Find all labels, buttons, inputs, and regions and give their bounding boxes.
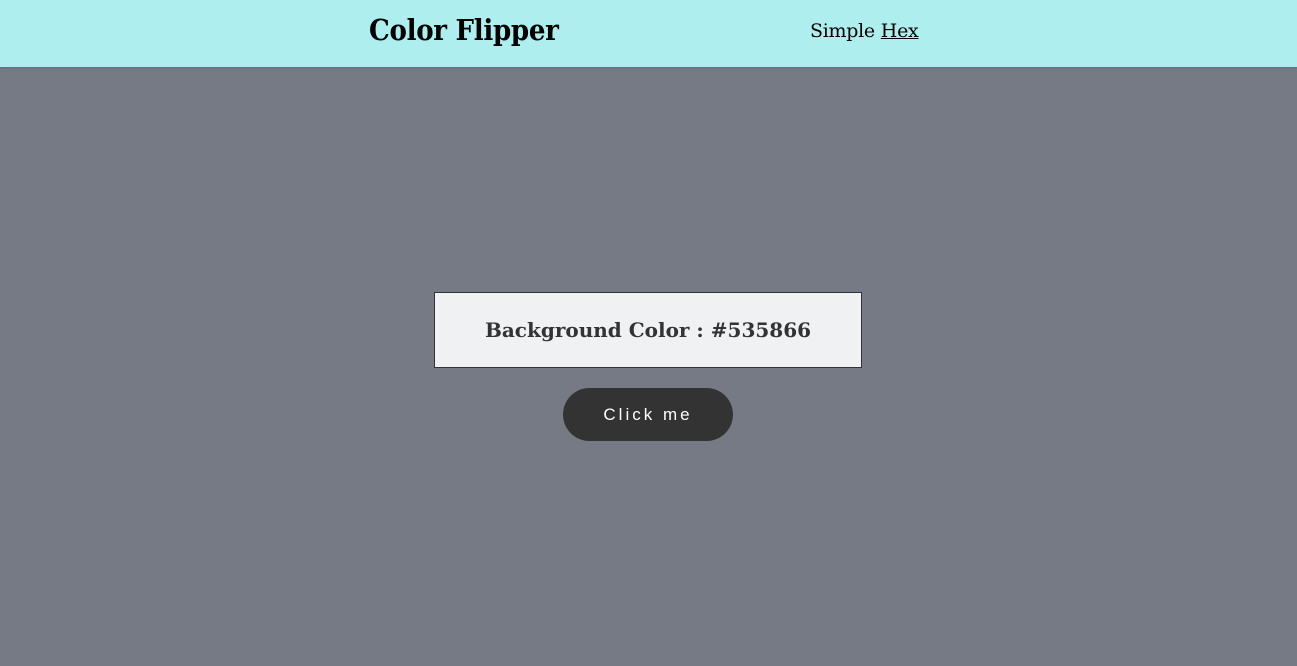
navbar: Color Flipper Simple Hex — [0, 0, 1297, 67]
nav-link-hex[interactable]: Hex — [881, 20, 919, 42]
app-title: Color Flipper — [369, 13, 559, 47]
color-value: #535866 — [710, 318, 812, 342]
color-display-text: Background Color : #535866 — [485, 318, 811, 342]
click-me-button[interactable]: Click me — [563, 388, 733, 441]
color-label: Background Color : — [484, 318, 711, 342]
nav-links: Simple Hex — [810, 20, 919, 42]
nav-link-simple[interactable]: Simple — [810, 20, 875, 42]
color-display-box: Background Color : #535866 — [434, 292, 862, 368]
